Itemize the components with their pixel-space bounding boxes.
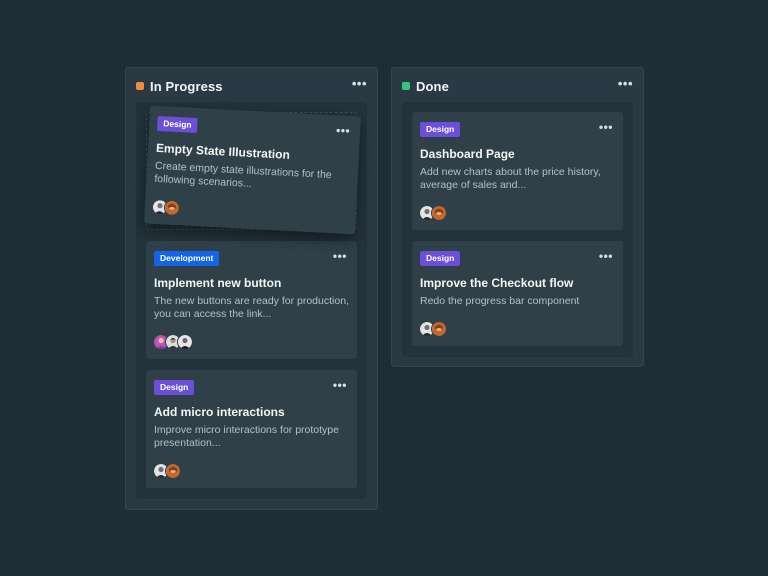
more-options-icon[interactable]: ••• [348, 77, 367, 95]
assignee-avatars [153, 334, 193, 350]
task-card[interactable]: Design ••• Improve the Checkout flow Red… [412, 241, 623, 346]
card-description: Create empty state illustrations for the… [154, 159, 332, 190]
card-title: Dashboard Page [420, 147, 515, 161]
more-options-icon[interactable]: ••• [614, 77, 633, 95]
more-options-icon[interactable]: ••• [332, 123, 353, 142]
tag-badge: Development [154, 250, 220, 266]
assignee-avatars [151, 198, 181, 217]
task-card[interactable]: Design ••• Add micro interactions Improv… [146, 370, 357, 488]
avatar[interactable] [177, 334, 193, 350]
assignee-avatars [419, 321, 447, 337]
more-options-icon[interactable]: ••• [329, 378, 349, 396]
status-dot-green [402, 82, 410, 90]
card-header: Development ••• [154, 250, 349, 266]
tag-badge: Design [156, 115, 199, 133]
column-body: Design ••• Dashboard Page Add new charts… [402, 102, 633, 357]
avatar[interactable] [163, 199, 181, 217]
card-header: Design ••• [156, 115, 353, 142]
card-description: The new buttons are ready for production… [154, 295, 349, 320]
tag-badge: Design [420, 121, 461, 137]
avatar[interactable] [165, 463, 181, 479]
kanban-board: In Progress ••• Development ••• Implemen… [0, 0, 768, 576]
task-card[interactable]: Design ••• Dashboard Page Add new charts… [412, 112, 623, 230]
column-title: Done [416, 78, 449, 94]
assignee-avatars [419, 205, 447, 221]
card-header: Design ••• [154, 379, 349, 395]
more-options-icon[interactable]: ••• [595, 249, 615, 267]
tag-badge: Design [154, 379, 195, 395]
avatar[interactable] [431, 321, 447, 337]
more-options-icon[interactable]: ••• [595, 120, 615, 138]
card-description: Redo the progress bar component [420, 295, 580, 307]
assignee-avatars [153, 463, 181, 479]
more-options-icon[interactable]: ••• [329, 249, 349, 267]
dragging-task-card[interactable]: Design ••• Empty State Illustration Crea… [144, 105, 361, 235]
card-title: Improve the Checkout flow [420, 276, 574, 290]
card-header: Design ••• [420, 250, 615, 266]
column-header: Done ••• [402, 76, 633, 96]
card-title: Implement new button [154, 276, 282, 290]
card-title: Add micro interactions [154, 405, 285, 419]
card-header: Design ••• [420, 121, 615, 137]
tag-badge: Design [420, 250, 461, 266]
column-title: In Progress [150, 78, 223, 94]
card-description: Improve micro interactions for prototype… [154, 424, 339, 449]
avatar[interactable] [431, 205, 447, 221]
status-dot-orange [136, 82, 144, 90]
card-description: Add new charts about the price history, … [420, 166, 601, 191]
column-header: In Progress ••• [136, 76, 367, 96]
column-done: Done ••• Design ••• Dashboard Page Add n… [391, 67, 644, 367]
task-card[interactable]: Development ••• Implement new button The… [146, 241, 357, 359]
